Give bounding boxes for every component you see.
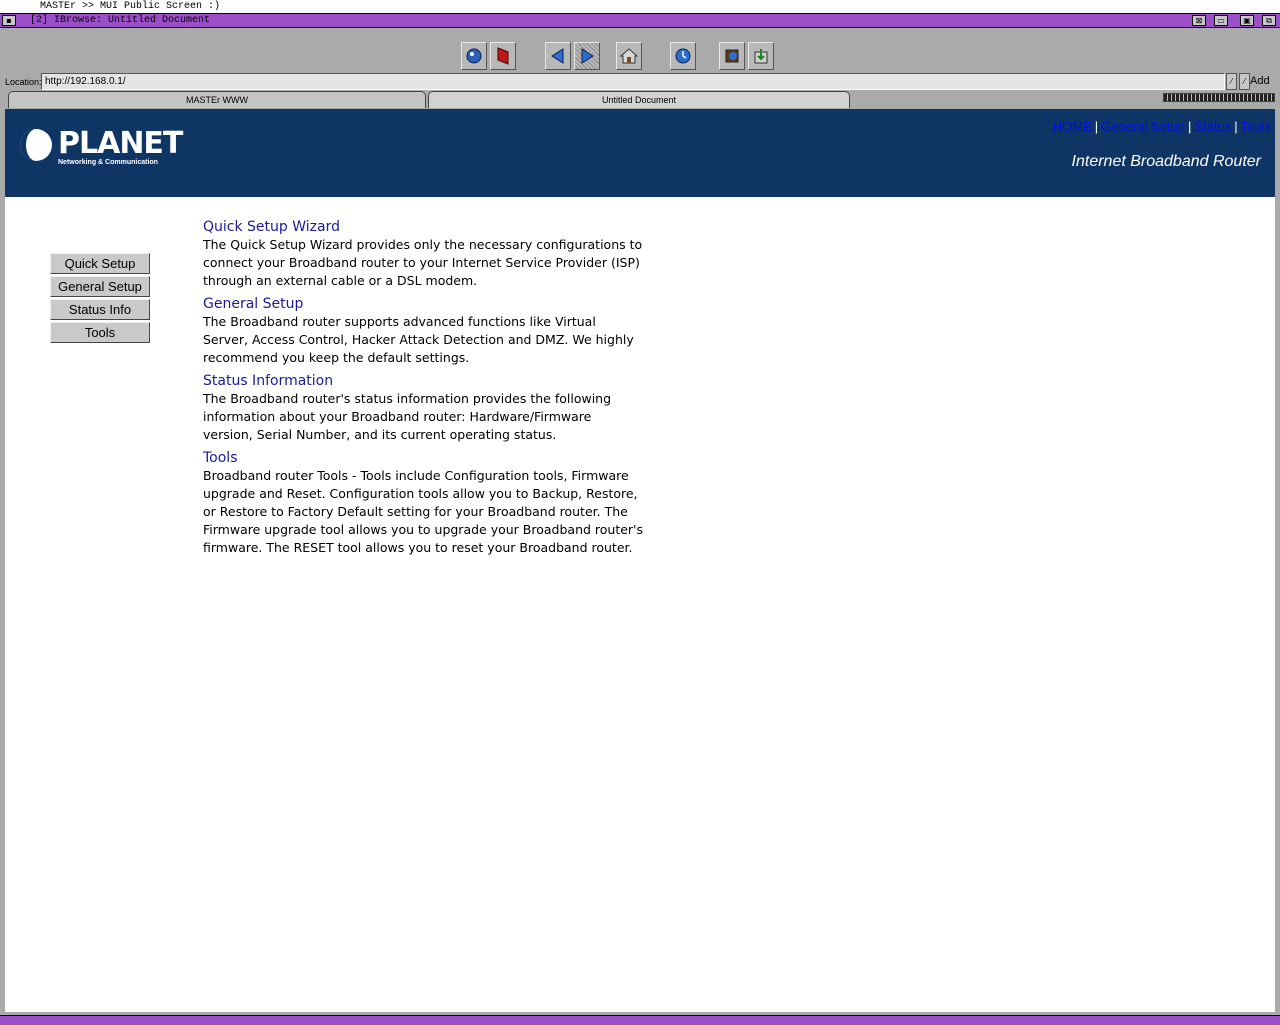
section-text-tools: Broadband router Tools - Tools include C…: [203, 468, 644, 555]
router-title: Internet Broadband Router: [1071, 153, 1261, 170]
page-header: PLANET Networking & Communication HOME | G…: [5, 109, 1275, 197]
window-title: [2] IBrowse: Untitled Document: [30, 15, 211, 26]
nav-link-tools[interactable]: Tools: [1241, 119, 1271, 134]
tab-untitled-document[interactable]: Untitled Document: [428, 91, 850, 108]
close-gadget-icon[interactable]: ▪: [2, 15, 16, 26]
progress-indicator: [1163, 93, 1275, 102]
quick-setup-button[interactable]: Quick Setup: [50, 253, 150, 274]
general-setup-button[interactable]: General Setup: [50, 276, 150, 297]
window-title-bar[interactable]: ▪ [2] IBrowse: Untitled Document ⊠ ▭ ▣ ⧉: [0, 14, 1280, 28]
home-icon[interactable]: [616, 42, 642, 70]
zoom-gadget-icon[interactable]: ▭: [1214, 15, 1228, 26]
forward-icon[interactable]: [574, 42, 600, 70]
location-url-field[interactable]: http://192.168.0.1/: [41, 73, 1225, 90]
nav-link-home[interactable]: HOME: [1053, 119, 1092, 134]
back-icon[interactable]: [545, 42, 571, 70]
section-title-tools[interactable]: Tools: [203, 450, 643, 467]
tools-button[interactable]: Tools: [50, 322, 150, 343]
nav-separator: |: [1234, 119, 1238, 134]
brand-name: PLANET: [58, 126, 183, 161]
nav-link-status[interactable]: Status: [1194, 119, 1231, 134]
location-history-button[interactable]: ⁄: [1226, 73, 1237, 90]
section-text-general-setup: The Broadband router supports advanced f…: [203, 314, 634, 365]
screen-title: MASTEr >> MUI Public Screen :): [40, 1, 221, 12]
screen-title-bar: MASTEr >> MUI Public Screen :): [0, 0, 1280, 13]
iconify-gadget-icon[interactable]: ⊠: [1192, 15, 1206, 26]
location-label: Location:: [5, 77, 42, 87]
planet-globe-icon: [20, 129, 52, 161]
section-title-general-setup[interactable]: General Setup: [203, 296, 643, 313]
status-info-button[interactable]: Status Info: [50, 299, 150, 320]
ibrowse-icon[interactable]: [461, 42, 487, 70]
snapshot-gadget-icon[interactable]: ▣: [1240, 15, 1254, 26]
nav-separator: |: [1188, 119, 1192, 134]
reload-icon[interactable]: [670, 42, 696, 70]
nav-separator: |: [1094, 119, 1099, 134]
download-icon[interactable]: [748, 42, 774, 70]
brand-tagline: Networking & Communication: [58, 159, 158, 166]
load-images-icon[interactable]: [719, 42, 745, 70]
stop-icon[interactable]: [490, 42, 516, 70]
section-title-status-information[interactable]: Status Information: [203, 373, 643, 390]
tab-master-www[interactable]: MASTEr WWW: [8, 91, 426, 108]
section-text-status-information: The Broadband router's status informatio…: [203, 391, 612, 442]
section-title-quick-setup[interactable]: Quick Setup Wizard: [203, 219, 643, 236]
location-popup-button[interactable]: ⁄: [1239, 73, 1250, 90]
add-hotlist-button[interactable]: Add: [1250, 73, 1270, 90]
section-text-quick-setup: The Quick Setup Wizard provides only the…: [203, 237, 643, 288]
nav-link-general-setup[interactable]: General Setup: [1101, 119, 1185, 134]
depth-gadget-icon[interactable]: ⧉: [1262, 15, 1276, 26]
page-content: PLANET Networking & Communication HOME | G…: [5, 109, 1275, 1012]
description-content: Quick Setup Wizard The Quick Setup Wizar…: [203, 219, 643, 563]
browser-window: ▪ [2] IBrowse: Untitled Document ⊠ ▭ ▣ ⧉…: [0, 13, 1280, 1025]
top-navigation: HOME | General Setup | Status | Tools: [1053, 119, 1271, 134]
